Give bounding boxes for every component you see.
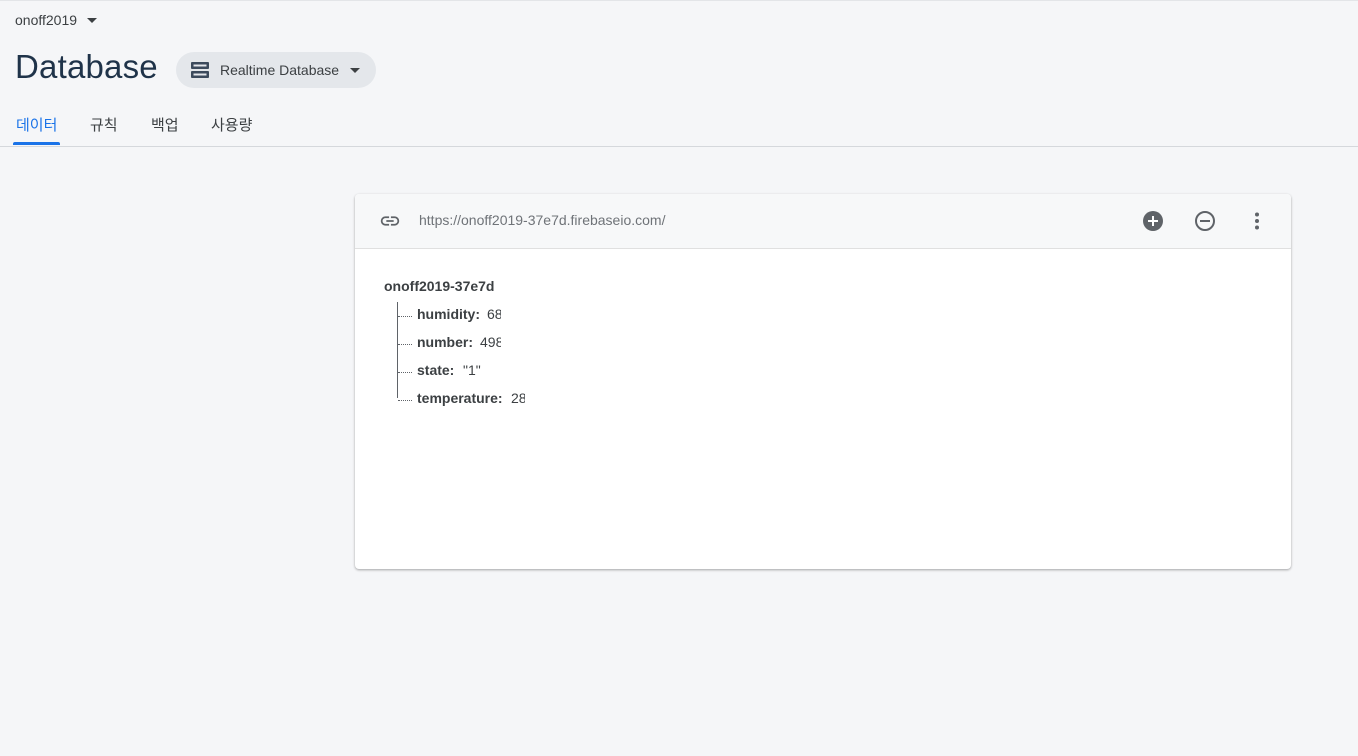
page-title: Database — [15, 48, 158, 85]
chevron-down-icon — [87, 17, 98, 23]
top-divider — [0, 0, 1358, 1]
project-name: onoff2019 — [15, 12, 78, 28]
node-value[interactable]: 28 — [511, 390, 525, 406]
node-key: temperature: — [417, 390, 503, 406]
database-type-selector[interactable]: Realtime Database — [176, 52, 376, 88]
project-selector[interactable]: onoff2019 — [15, 12, 98, 28]
data-panel: https://onoff2019-37e7d.firebaseio.com/ … — [355, 194, 1291, 569]
tab-backups[interactable]: 백업 — [151, 114, 179, 135]
tab-bar: 데이터 규칙 백업 사용량 — [0, 104, 1358, 147]
link-icon — [380, 216, 400, 226]
remove-circle-icon[interactable] — [1193, 209, 1217, 233]
active-tab-indicator — [13, 142, 60, 145]
node-key: humidity: — [417, 306, 480, 322]
node-value[interactable]: 498 — [480, 334, 501, 350]
more-vert-icon[interactable] — [1245, 209, 1269, 233]
tree-root-key[interactable]: onoff2019-37e7d — [384, 278, 494, 294]
database-type-label: Realtime Database — [220, 62, 340, 78]
database-icon — [191, 62, 209, 78]
panel-header: https://onoff2019-37e7d.firebaseio.com/ — [355, 194, 1291, 249]
chevron-down-icon — [350, 67, 361, 73]
node-key: number: — [417, 334, 473, 350]
node-value[interactable]: 68 — [487, 306, 501, 322]
node-key: state: — [417, 362, 455, 378]
tab-data[interactable]: 데이터 — [16, 114, 57, 135]
tab-usage[interactable]: 사용량 — [211, 114, 252, 135]
database-url[interactable]: https://onoff2019-37e7d.firebaseio.com/ — [419, 212, 665, 228]
add-circle-icon[interactable] — [1141, 209, 1165, 233]
tab-rules[interactable]: 규칙 — [90, 114, 118, 135]
node-value[interactable]: "1" — [463, 362, 483, 378]
